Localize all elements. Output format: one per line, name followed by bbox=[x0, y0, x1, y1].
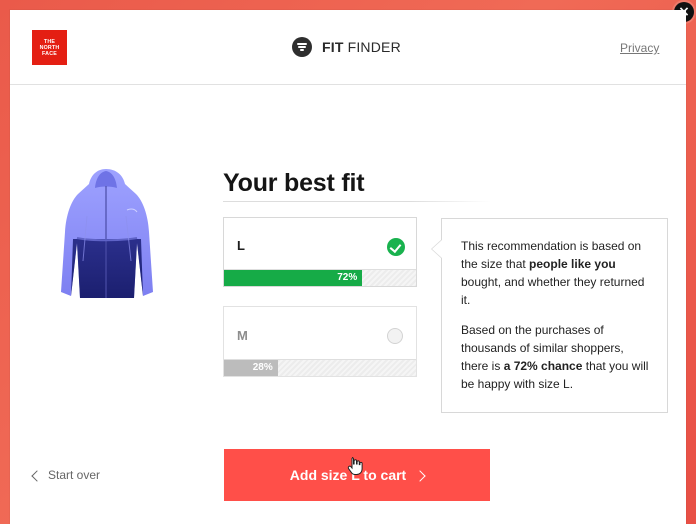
add-to-cart-content: Add size L to cart bbox=[289, 449, 426, 501]
fit-finder-modal: THE NORTH FACE FIT FINDER Privacy Your b… bbox=[10, 10, 686, 524]
start-over-label: Start over bbox=[48, 468, 101, 482]
fit-probability-bar-l: 72% bbox=[224, 270, 363, 286]
chevron-left-icon bbox=[31, 469, 43, 482]
brand-logo: THE NORTH FACE bbox=[32, 30, 67, 65]
fit-finder-title-primary: FIT bbox=[322, 39, 344, 55]
explanation-paragraph-2-bold: a 72% chance bbox=[503, 359, 583, 373]
fit-finder-icon bbox=[292, 37, 312, 57]
fit-probability-track-m: 28% bbox=[224, 359, 416, 376]
explanation-paragraph-1-bold: people like you bbox=[529, 257, 616, 271]
fit-probability-bar-m: 28% bbox=[224, 360, 278, 376]
title-divider bbox=[223, 201, 491, 202]
chevron-right-icon bbox=[414, 469, 426, 482]
start-over-link[interactable]: Start over bbox=[31, 468, 101, 482]
recommendation-explanation: This recommendation is based on the size… bbox=[431, 218, 668, 413]
fit-finder-brand: FIT FINDER bbox=[292, 34, 401, 60]
fit-probability-label-m: 28% bbox=[252, 362, 273, 373]
size-label-l: L bbox=[237, 238, 245, 253]
fit-finder-title: FIT FINDER bbox=[322, 40, 401, 54]
size-option-m[interactable]: M 28% bbox=[223, 306, 417, 377]
unchecked-icon bbox=[387, 328, 403, 344]
fit-probability-label-l: 72% bbox=[337, 272, 358, 283]
size-option-l[interactable]: L 72% bbox=[223, 217, 417, 287]
explanation-paragraph-1: This recommendation is based on the size… bbox=[461, 237, 651, 309]
explanation-paragraph-2: Based on the purchases of thousands of s… bbox=[461, 321, 651, 393]
add-to-cart-button[interactable]: Add size L to cart bbox=[224, 449, 490, 501]
size-label-m: M bbox=[237, 328, 248, 343]
fit-probability-track-l: 72% bbox=[224, 269, 416, 286]
privacy-link[interactable]: Privacy bbox=[620, 41, 659, 55]
jacket-image bbox=[61, 169, 153, 298]
page-title: Your best fit bbox=[223, 169, 365, 197]
explanation-paragraph-1-end: bought, and whether they returned it. bbox=[461, 275, 645, 307]
fit-finder-title-secondary: FINDER bbox=[347, 39, 401, 55]
add-to-cart-label: Add size L to cart bbox=[289, 467, 407, 483]
check-icon bbox=[387, 238, 405, 256]
modal-header: THE NORTH FACE FIT FINDER Privacy bbox=[10, 10, 686, 85]
